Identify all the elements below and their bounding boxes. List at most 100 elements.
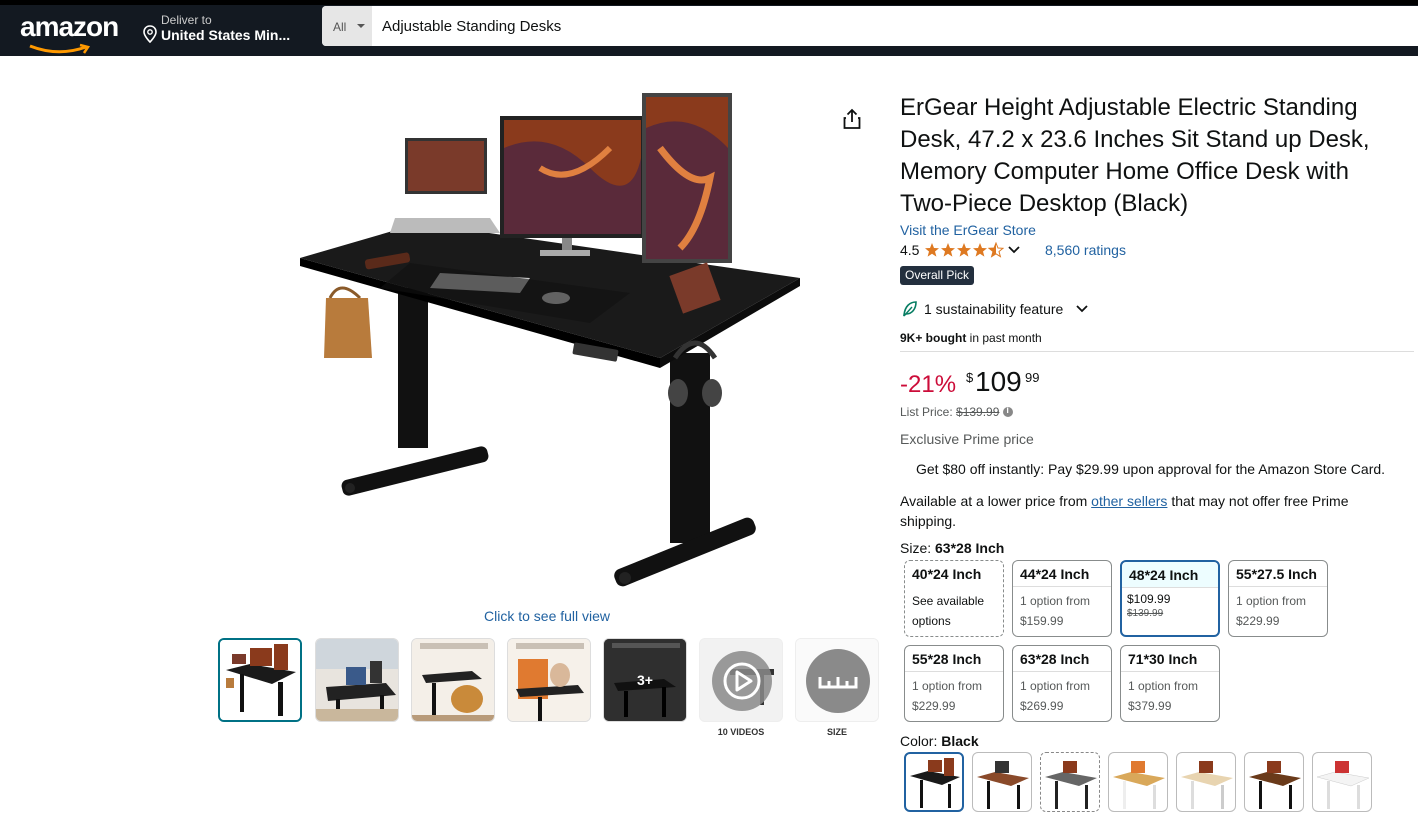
search-input[interactable]	[372, 6, 1418, 46]
thumbnail-4[interactable]	[507, 638, 591, 722]
color-swatch-rustic-brown[interactable]	[972, 752, 1032, 812]
full-view-link[interactable]: Click to see full view	[484, 608, 610, 624]
size-option-sub-line2: $229.99	[912, 699, 956, 713]
size-option-sub-line1: 1 option from	[912, 679, 983, 693]
deliver-location: United States Min...	[161, 27, 291, 43]
size-option-sub: 1 option from $229.99	[912, 676, 1004, 716]
size-option-55x28[interactable]: 55*28 Inch 1 option from $229.99	[904, 645, 1004, 722]
size-option-name: 63*28 Inch	[1013, 646, 1111, 672]
search-category-label: All	[333, 20, 347, 34]
location-pin-icon	[143, 25, 157, 43]
star-rating-icon[interactable]	[924, 242, 1004, 258]
color-swatch-black[interactable]	[904, 752, 964, 812]
desk-walnut-swatch-image	[1249, 761, 1301, 809]
size-option-sub-line1: 1 option from	[1236, 594, 1307, 608]
color-swatch-grey[interactable]	[1040, 752, 1100, 812]
thumbnail-load-capacity-image	[508, 639, 590, 721]
size-label: SIZE	[826, 727, 847, 737]
ratings-count-link[interactable]: 8,560 ratings	[1045, 242, 1126, 258]
thumbnail-stability-image	[412, 639, 494, 721]
deliver-to-label: Deliver to	[161, 13, 212, 27]
search-category-dropdown[interactable]: All	[322, 6, 372, 46]
size-option-sub: 1 option from $229.99	[1236, 591, 1328, 631]
price-symbol: $	[966, 370, 974, 385]
lower-price-prefix: Available at a lower price from	[900, 493, 1088, 509]
chevron-down-icon[interactable]	[1008, 245, 1020, 255]
share-icon[interactable]	[842, 108, 862, 130]
size-option-sub-line2: $269.99	[1020, 699, 1064, 713]
color-selected-value: Black	[941, 733, 979, 749]
size-option-sub: See available options	[912, 591, 1004, 631]
list-price-value: $139.99	[956, 405, 1000, 419]
size-option-name: 48*24 Inch	[1122, 562, 1218, 588]
amazon-logo[interactable]: amazon	[20, 11, 119, 43]
videos-label: 10 VIDEOS	[717, 727, 765, 737]
size-option-sub-line1: 1 option from	[1020, 594, 1091, 608]
bought-in-past-month: 9K+ bought in past month	[900, 331, 1042, 345]
main-product-image[interactable]	[290, 88, 810, 603]
color-label-text: Color:	[900, 733, 938, 749]
size-option-71x30[interactable]: 71*30 Inch 1 option from $379.99	[1120, 645, 1220, 722]
thumbnail-3[interactable]	[411, 638, 495, 722]
store-link[interactable]: Visit the ErGear Store	[900, 222, 1036, 238]
size-option-sub-line2: $159.99	[1020, 614, 1064, 628]
desk-white-maple-swatch-image	[1181, 761, 1233, 809]
leaf-icon	[903, 301, 917, 317]
product-title: ErGear Height Adjustable Electric Standi…	[900, 94, 1370, 217]
thumbnail-2[interactable]	[315, 638, 399, 722]
sustainability-label: 1 sustainability feature	[924, 301, 1064, 317]
size-option-sub-line2: options	[912, 614, 951, 628]
size-option-sub: 1 option from $159.99	[1020, 591, 1112, 631]
ruler-icon	[796, 639, 878, 721]
desk-grey-swatch-image	[1045, 761, 1097, 809]
size-label-text: Size:	[900, 540, 932, 556]
size-selected-value: 63*28 Inch	[935, 540, 1005, 556]
amazon-smile-icon	[29, 43, 91, 54]
size-option-63x28[interactable]: 63*28 Inch 1 option from $269.99	[1012, 645, 1112, 722]
desk-white-swatch-image	[1316, 761, 1370, 809]
color-swatch-maple[interactable]	[1108, 752, 1168, 812]
size-option-40x24[interactable]: 40*24 Inch See available options	[904, 560, 1004, 637]
search-bar: All	[322, 6, 1418, 46]
thumbnail-room-image	[316, 639, 398, 721]
divider	[900, 351, 1414, 352]
overall-pick-badge: Overall Pick	[900, 266, 975, 285]
top-navbar: amazon Deliver to United States Min... A…	[0, 0, 1418, 56]
size-option-name: 55*27.5 Inch	[1229, 561, 1327, 587]
store-card-offer: Get $80 off instantly: Pay $29.99 upon a…	[916, 461, 1386, 477]
size-option-sub-line2: $229.99	[1236, 614, 1280, 628]
thumbnail-size[interactable]	[795, 638, 879, 722]
desk-maple-swatch-image	[1113, 761, 1165, 809]
size-option-price: $109.99	[1127, 592, 1171, 606]
other-sellers-link[interactable]: other sellers	[1091, 493, 1167, 509]
caret-down-icon	[357, 24, 365, 28]
size-option-name: 55*28 Inch	[905, 646, 1003, 672]
color-swatch-walnut[interactable]	[1244, 752, 1304, 812]
size-option-strike-price: $139.99	[1127, 608, 1164, 619]
more-images-count: 3+	[637, 672, 653, 688]
desk-black-swatch-image	[910, 758, 960, 808]
price-whole: 109	[975, 366, 1022, 397]
info-icon[interactable]	[1003, 405, 1014, 417]
price-fraction: 99	[1025, 370, 1040, 385]
size-option-sub-line1: 1 option from	[1020, 679, 1091, 693]
color-swatch-white-maple[interactable]	[1176, 752, 1236, 812]
size-option-44x24[interactable]: 44*24 Inch 1 option from $159.99	[1012, 560, 1112, 637]
thumbnail-1[interactable]	[218, 638, 302, 722]
size-option-name: 71*30 Inch	[1121, 646, 1219, 672]
desk-brown-swatch-image	[977, 761, 1029, 809]
size-option-sub-line1: 1 option from	[1128, 679, 1199, 693]
color-swatch-white[interactable]	[1312, 752, 1372, 812]
size-option-name: 40*24 Inch	[912, 566, 982, 582]
thumbnail-desk-image	[220, 640, 300, 720]
thumbnail-videos[interactable]	[699, 638, 783, 722]
color-selector-label: Color: Black	[900, 733, 979, 749]
video-play-icon	[700, 639, 782, 721]
size-option-55x27-5[interactable]: 55*27.5 Inch 1 option from $229.99	[1228, 560, 1328, 637]
discount-percent: -21%	[900, 371, 957, 398]
thumbnail-5-more[interactable]: 3+	[603, 638, 687, 722]
exclusive-prime-price: Exclusive Prime price	[900, 431, 1034, 447]
size-option-48x24[interactable]: 48*24 Inch $109.99 $139.99	[1120, 560, 1220, 637]
lower-price-notice: Available at a lower price from other se…	[900, 491, 1400, 531]
bought-count: 9K+ bought	[900, 331, 967, 345]
